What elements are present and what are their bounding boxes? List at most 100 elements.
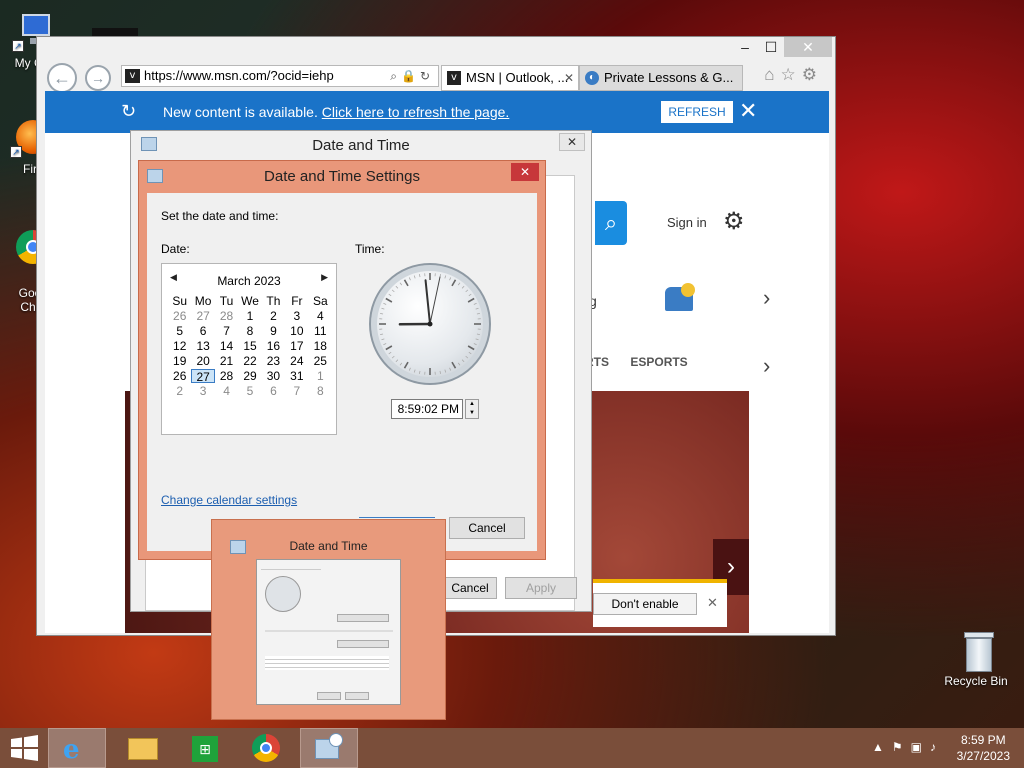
msn-search-button[interactable]: ⌕ [595, 201, 627, 245]
settings-gear-icon[interactable]: ⚙ [723, 207, 745, 236]
calendar-day[interactable]: 9 [262, 324, 285, 338]
calendar-day[interactable]: 7 [285, 384, 308, 398]
calendar-day[interactable]: 31 [285, 369, 308, 383]
notification-close-icon[interactable]: ✕ [739, 97, 757, 125]
address-row: ← → ⅴ https://www.msn.com/?ocid=iehp ⌕🔒↻… [43, 61, 829, 93]
calendar-day[interactable]: 2 [168, 384, 191, 398]
search-icon[interactable]: ⌕ [390, 69, 401, 83]
apply-button[interactable]: Apply [505, 577, 577, 599]
calendar-day[interactable]: 4 [215, 384, 238, 398]
taskbar-clock[interactable]: 8:59 PM 3/27/2023 [957, 732, 1010, 764]
refresh-button[interactable]: REFRESH [661, 101, 733, 123]
calendar-day[interactable]: 22 [238, 354, 261, 368]
address-bar[interactable]: ⅴ https://www.msn.com/?ocid=iehp ⌕🔒↻ [121, 65, 439, 87]
cancel-button[interactable]: Cancel [449, 517, 525, 539]
calendar-day[interactable]: 14 [215, 339, 238, 353]
calendar-day[interactable]: 5 [238, 384, 261, 398]
calendar-day[interactable]: 1 [309, 369, 332, 383]
calendar-day[interactable]: 10 [285, 324, 308, 338]
taskbar-file-explorer[interactable] [114, 728, 172, 768]
clock-minute-tick [444, 369, 447, 373]
maximize-button[interactable]: ☐ [758, 37, 784, 57]
settings-gear-icon[interactable]: ⚙ [802, 65, 823, 84]
close-button[interactable]: ✕ [511, 163, 539, 181]
calendar-day[interactable]: 29 [238, 369, 261, 383]
taskbar-time: 8:59 PM [960, 733, 1006, 747]
taskbar-store[interactable]: ⊞ [176, 728, 234, 768]
calendar-day[interactable]: 27 [191, 309, 214, 323]
forward-button[interactable]: → [85, 65, 111, 91]
calendar-day[interactable]: 6 [262, 384, 285, 398]
clock-minute-tick [439, 370, 441, 374]
chevron-right-icon[interactable]: › [763, 285, 770, 311]
calendar-day[interactable]: 28 [215, 309, 238, 323]
calendar-day[interactable]: 3 [285, 309, 308, 323]
volume-icon[interactable]: ♪ [930, 740, 944, 754]
clock-minute-tick [449, 277, 452, 281]
taskbar-internet-explorer[interactable]: e [48, 728, 106, 768]
show-hidden-icons-icon[interactable]: ▲ [872, 740, 892, 754]
home-icon[interactable]: ⌂ [764, 65, 780, 84]
calendar-day[interactable]: 23 [262, 354, 285, 368]
back-button[interactable]: ← [47, 63, 77, 93]
calendar-day[interactable]: 19 [168, 354, 191, 368]
calendar-day[interactable]: 3 [191, 384, 214, 398]
clock-minute-tick [391, 289, 395, 293]
time-input[interactable]: 8:59:02 PM [391, 399, 463, 419]
calendar-day[interactable]: 30 [262, 369, 285, 383]
network-icon[interactable]: ▣ [911, 740, 930, 754]
calendar-day[interactable]: 28 [215, 369, 238, 383]
calendar-day[interactable]: 27 [191, 369, 215, 384]
notification-text: New content is available. Click here to … [163, 104, 510, 120]
calendar-day[interactable]: 4 [309, 309, 332, 323]
favorites-star-icon[interactable]: ☆ [781, 65, 802, 84]
refresh-page-link[interactable]: Click here to refresh the page. [322, 104, 510, 120]
calendar-day[interactable]: 18 [309, 339, 332, 353]
cancel-button[interactable]: Cancel [443, 577, 497, 599]
calendar-day[interactable]: 11 [309, 324, 332, 338]
calendar-day[interactable]: 12 [168, 339, 191, 353]
calendar-day[interactable]: 25 [309, 354, 332, 368]
calendar-day[interactable]: 5 [168, 324, 191, 338]
calendar-day[interactable]: 26 [168, 309, 191, 323]
refresh-icon[interactable]: ↻ [420, 69, 434, 83]
tab-msn[interactable]: ⅴ MSN | Outlook, ... ✕ [441, 65, 579, 91]
calendar-day[interactable]: 21 [215, 354, 238, 368]
calendar-day[interactable]: 24 [285, 354, 308, 368]
tab-private-lessons[interactable]: ◐ Private Lessons & G... [579, 65, 743, 91]
calendar-day[interactable]: 13 [191, 339, 214, 353]
sun-icon [681, 283, 695, 297]
calendar-day[interactable]: 2 [262, 309, 285, 323]
clock-minute-tick [413, 369, 416, 373]
calendar-month[interactable]: March 2023 [162, 274, 336, 288]
calendar-day[interactable]: 8 [238, 324, 261, 338]
calendar-day[interactable]: 20 [191, 354, 214, 368]
time-spinner[interactable]: ▲ ▼ [465, 399, 479, 419]
tab-close-icon[interactable]: ✕ [564, 66, 574, 90]
date-label: Date: [161, 242, 190, 256]
close-button[interactable]: ✕ [559, 133, 585, 151]
close-button[interactable]: ✕ [784, 37, 832, 57]
calendar-next-arrow-icon[interactable]: ▶ [321, 272, 328, 283]
clock-face [379, 273, 481, 375]
taskbar-chrome[interactable] [238, 728, 296, 768]
dont-enable-button[interactable]: Don't enable [593, 593, 697, 615]
chevron-right-icon[interactable]: › [763, 353, 770, 379]
change-calendar-settings-link[interactable]: Change calendar settings [161, 493, 297, 507]
sign-in-link[interactable]: Sign in [667, 215, 707, 230]
calendar-day[interactable]: 6 [191, 324, 214, 338]
calendar-day[interactable]: 16 [262, 339, 285, 353]
calendar-day[interactable]: 26 [168, 369, 191, 383]
taskbar-date-time[interactable] [300, 728, 358, 768]
calendar-day[interactable]: 7 [215, 324, 238, 338]
minimize-button[interactable]: – [732, 37, 758, 57]
calendar-day[interactable]: 8 [309, 384, 332, 398]
desktop-icon-recycle-bin[interactable]: Recycle Bin [940, 630, 1012, 688]
close-icon[interactable]: ✕ [707, 595, 718, 611]
action-center-flag-icon[interactable]: ⚑ [892, 740, 911, 754]
calendar-day[interactable]: 1 [238, 309, 261, 323]
calendar-day[interactable]: 15 [238, 339, 261, 353]
calendar-day[interactable]: 17 [285, 339, 308, 353]
category-esports[interactable]: ESPORTS [630, 355, 687, 369]
taskbar-preview[interactable]: Date and Time [211, 519, 446, 720]
